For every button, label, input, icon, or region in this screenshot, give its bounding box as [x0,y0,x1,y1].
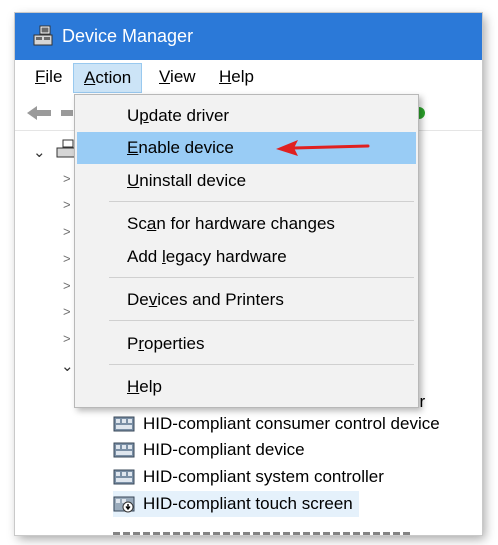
annotation-arrow-icon [276,140,370,156]
expand-chevron-icon[interactable]: ⌄ [33,143,46,161]
collapsed-chevron-icon[interactable]: > [63,251,71,266]
hid-disabled-device-icon [113,496,135,513]
menu-separator [109,320,414,321]
hid-device-icon [113,442,135,458]
next-row-cutoff [113,527,413,535]
menu-scan-hardware[interactable]: Scan for hardware changes [77,208,416,240]
collapsed-chevron-icon[interactable]: > [63,278,71,293]
window-title: Device Manager [62,26,194,46]
device-row-selected[interactable]: HID-compliant touch screen [113,491,359,517]
device-manager-icon [33,25,53,46]
menu-help[interactable]: Help [215,66,258,88]
menu-update-driver[interactable]: Update driver [77,100,416,132]
menu-action[interactable]: Action [73,63,143,93]
expand-chevron-icon[interactable]: ⌄ [61,357,74,375]
device-row[interactable]: HID-compliant system controller [113,464,384,490]
device-label: HID-compliant consumer control device [143,414,440,433]
device-label: HID-compliant touch screen [143,494,353,513]
menu-uninstall-device[interactable]: Uninstall device [77,165,416,197]
device-label: HID-compliant device [143,440,305,459]
device-row[interactable]: HID-compliant device [113,437,305,463]
menu-separator [109,277,414,278]
menu-add-legacy-hardware[interactable]: Add legacy hardware [77,241,416,273]
menu-separator [109,364,414,365]
menu-devices-printers[interactable]: Devices and Printers [77,284,416,316]
menu-separator [109,201,414,202]
menu-bar: File Action View Help [15,60,482,93]
title-bar[interactable]: Device Manager [15,13,482,60]
menu-view[interactable]: View [155,66,200,88]
hid-device-icon [113,469,135,485]
hid-device-icon [113,416,135,432]
collapsed-chevron-icon[interactable]: > [63,224,71,239]
device-row[interactable]: HID-compliant consumer control device [113,411,440,437]
collapsed-chevron-icon[interactable]: > [63,331,71,346]
back-arrow-icon[interactable] [25,104,53,122]
menu-file[interactable]: File [31,66,66,88]
device-label: HID-compliant system controller [143,467,384,486]
menu-properties[interactable]: Properties [77,328,416,360]
collapsed-chevron-icon[interactable]: > [63,304,71,319]
collapsed-chevron-icon[interactable]: > [63,197,71,212]
menu-help-item[interactable]: Help [77,371,416,403]
collapsed-chevron-icon[interactable]: > [63,171,71,186]
forward-icon[interactable] [61,108,73,118]
